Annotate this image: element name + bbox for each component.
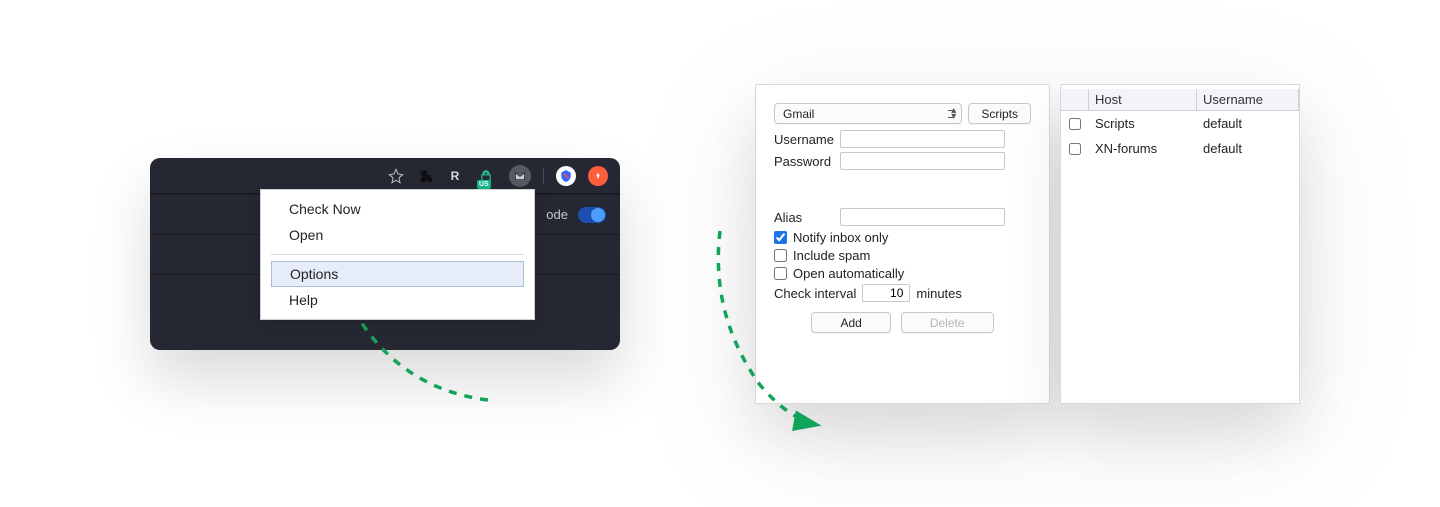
include-spam-checkbox[interactable] [774,249,787,262]
table-row[interactable]: Scripts default [1061,111,1299,136]
check-interval-field[interactable] [862,284,910,302]
extension-popup-menu: Check Now Open Options Help [260,189,535,320]
dark-mode-toggle[interactable] [578,207,606,223]
menu-item-options[interactable]: Options [271,261,524,287]
account-form-panel: Gmail ▴▾ Scripts Username Password Alias… [755,84,1050,404]
menu-item-open[interactable]: Open [261,222,534,248]
notify-inbox-only-checkbox[interactable] [774,231,787,244]
table-row[interactable]: XN-forums default [1061,136,1299,161]
notify-inbox-only-label: Notify inbox only [793,230,888,245]
check-interval-label: Check interval [774,286,856,301]
password-field[interactable] [840,152,1005,170]
extension-r-icon[interactable]: R [447,169,463,183]
open-auto-checkbox[interactable] [774,267,787,280]
col-checkbox [1061,89,1089,110]
menu-divider [271,254,524,255]
password-label: Password [774,154,834,169]
delete-button[interactable]: Delete [901,312,994,333]
toolbar-separator [543,168,544,184]
username-label: Username [774,132,834,147]
update-extension-icon[interactable] [588,166,608,186]
row-username: default [1197,141,1299,156]
open-auto-label: Open automatically [793,266,904,281]
add-button[interactable]: Add [811,312,890,333]
options-window: Gmail ▴▾ Scripts Username Password Alias… [755,84,1300,404]
row-checkbox[interactable] [1069,118,1081,130]
adblock-extension-icon[interactable] [556,166,576,186]
include-spam-label: Include spam [793,248,870,263]
scripts-button[interactable]: Scripts [968,103,1031,124]
row-host: Scripts [1089,116,1197,131]
alias-label: Alias [774,210,834,225]
accounts-table-header: Host Username [1061,89,1299,111]
vpn-lock-icon[interactable]: US [475,165,497,187]
row-checkbox[interactable] [1069,143,1081,155]
mail-extension-icon[interactable] [509,165,531,187]
accounts-table-panel: Host Username Scripts default XN-forums … [1060,84,1300,404]
row-host: XN-forums [1089,141,1197,156]
star-icon[interactable] [387,167,405,185]
col-username: Username [1197,89,1299,110]
col-host: Host [1089,89,1197,110]
menu-item-help[interactable]: Help [261,287,534,313]
row-username: default [1197,116,1299,131]
extensions-puzzle-icon[interactable] [417,167,435,185]
username-field[interactable] [840,130,1005,148]
menu-item-check-now[interactable]: Check Now [261,196,534,222]
mode-label-fragment: ode [546,207,568,222]
vpn-region-badge: US [477,180,491,189]
provider-select-value: Gmail [783,107,814,121]
provider-select[interactable]: Gmail ▴▾ [774,103,962,124]
alias-field[interactable] [840,208,1005,226]
minutes-label: minutes [916,286,962,301]
